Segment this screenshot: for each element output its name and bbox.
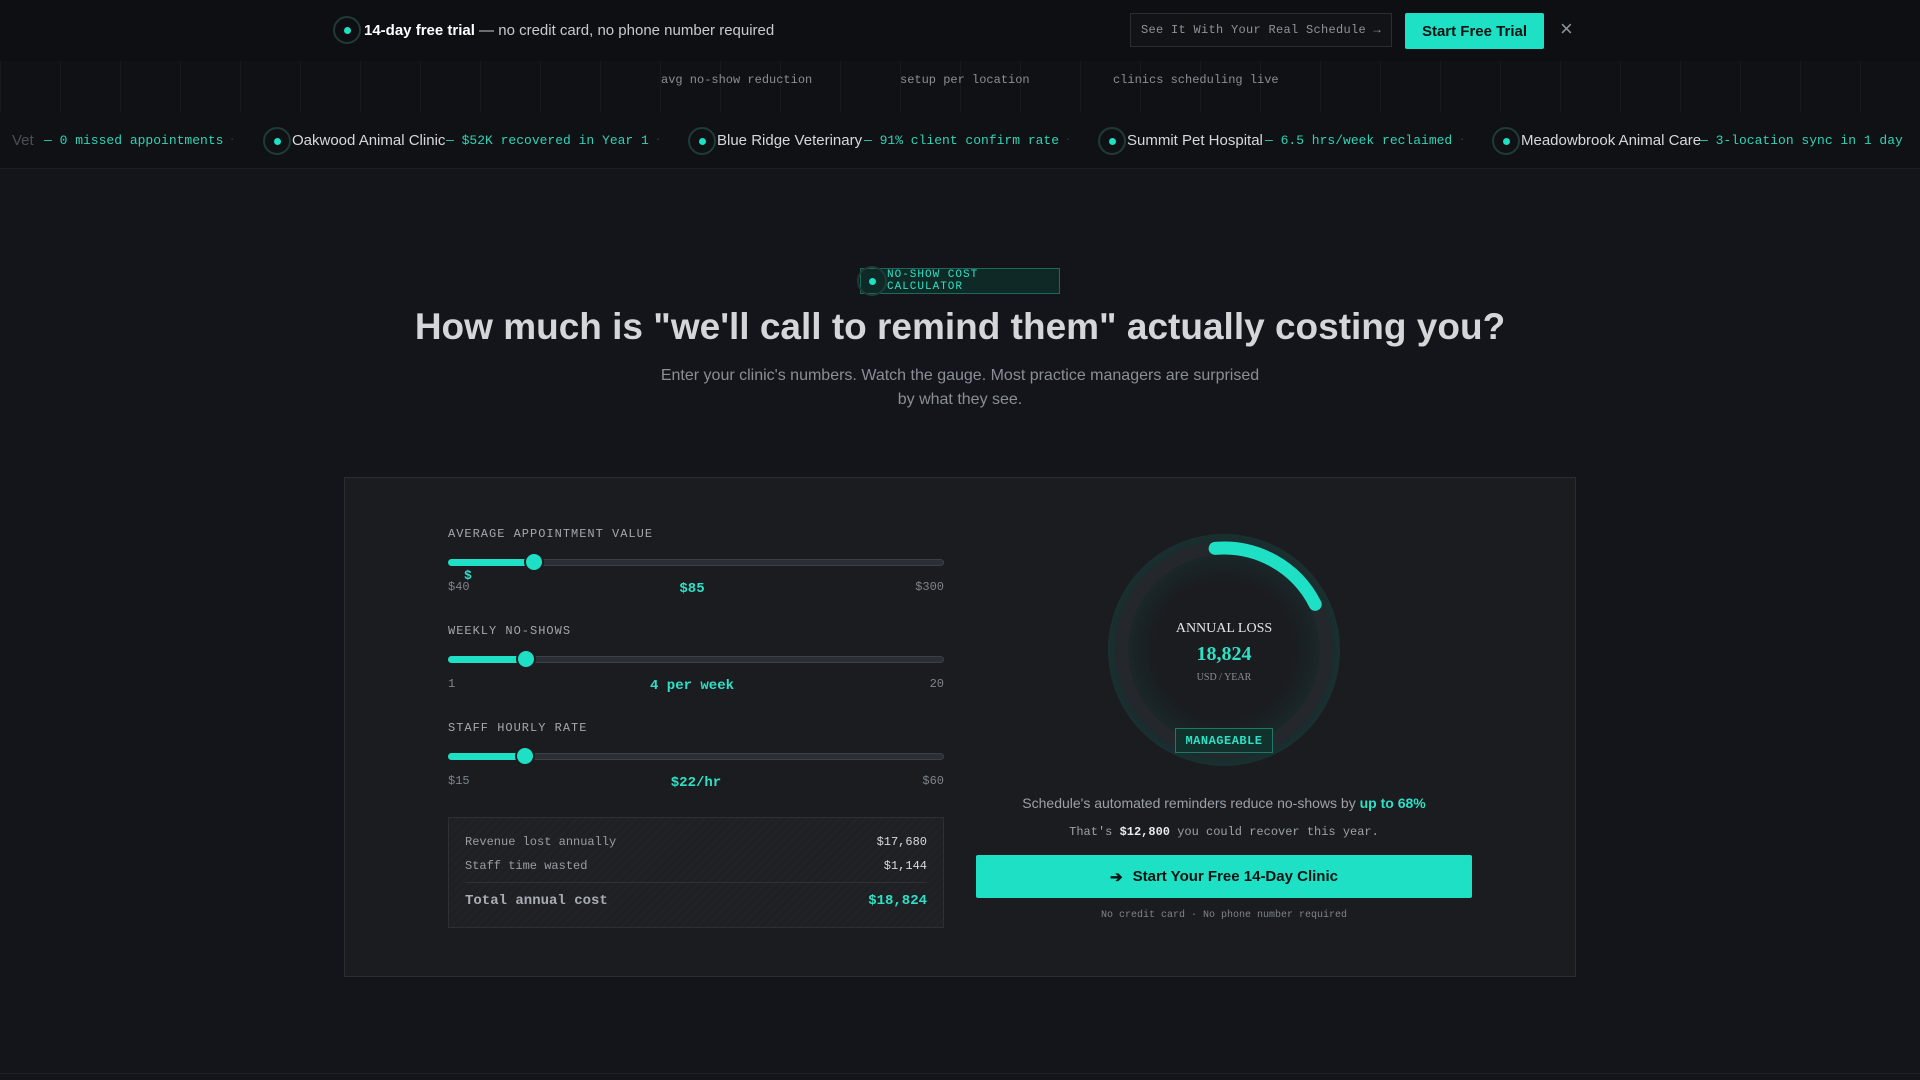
reduction-percent: up to 68% — [1359, 795, 1426, 811]
ticker-clinic-stat: — 3-location sync in 1 day — [1700, 133, 1903, 148]
calculator-badge: NO-SHOW COST CALCULATOR — [857, 266, 1060, 296]
recover-amount: $12,800 — [1119, 825, 1170, 839]
staff-time-value: $1,144 — [883, 859, 927, 873]
weekly-noshows-slider[interactable] — [448, 651, 944, 667]
appointment-max-label: $300 — [915, 580, 944, 594]
gauge-status-badge: MANAGEABLE — [1175, 728, 1273, 753]
see-real-schedule-button[interactable]: See It With Your Real Schedule → — [1130, 13, 1392, 47]
trial-message: 14-day free trial — no credit card, no p… — [364, 22, 774, 39]
revenue-lost-label: Revenue lost annually — [465, 835, 617, 849]
announcement-bar — [0, 0, 1920, 62]
appointment-min-label: $40 — [448, 580, 470, 594]
recover-message: That's $12,800 you could recover this ye… — [976, 825, 1472, 839]
ticker-clinic-name: Meadowbrook Animal Care — [1521, 132, 1702, 149]
hero-subtitle: Enter your clinic's numbers. Watch the g… — [660, 367, 1260, 408]
badge-label: NO-SHOW COST CALCULATOR — [887, 269, 979, 293]
cost-summary: Revenue lost annually $17,680 Staff time… — [448, 817, 944, 928]
total-cost-value: $18,824 — [868, 893, 927, 909]
noshows-value: 4 per week — [649, 678, 734, 694]
summary-divider — [465, 882, 927, 883]
ticker-lead-stat: — 0 missed appointments — [44, 133, 224, 148]
reduction-prefix: Schedule's automated reminders reduce no… — [1022, 795, 1360, 811]
ticker-clinic-name: Blue Ridge Veterinary — [717, 132, 863, 149]
ticker-clinic-stat: — 6.5 hrs/week reclaimed — [1265, 133, 1453, 148]
revenue-lost-row: Revenue lost annually $17,680 — [465, 835, 927, 849]
hero-title: How much is "we'll call to remind them" … — [414, 306, 1506, 347]
clinic-dot-icon — [688, 127, 716, 155]
gauge-title: ANNUAL LOSS — [1175, 621, 1273, 636]
arrow-right-icon: ➔ — [1110, 868, 1123, 886]
clinic-dot-icon — [1098, 127, 1126, 155]
revenue-lost-value: $17,680 — [876, 835, 927, 849]
staff-time-row: Staff time wasted $1,144 — [465, 859, 927, 873]
staff-rate-label: STAFF HOURLY RATE — [448, 721, 588, 735]
rate-min-label: $15 — [448, 774, 470, 788]
ticker-clinic-name: Oakwood Animal Clinic — [292, 132, 446, 149]
weekly-noshows-label: WEEKLY NO-SHOWS — [448, 624, 572, 638]
slider-fill — [448, 559, 534, 566]
total-cost-label: Total annual cost — [465, 893, 608, 909]
live-dot-icon — [333, 16, 361, 44]
ticker-separator: · — [656, 131, 661, 146]
staff-rate-slider[interactable] — [448, 748, 944, 764]
rate-value: $22/hr — [670, 775, 722, 791]
start-clinic-trial-button[interactable]: ➔ Start Your Free 14-Day Clinic — [976, 855, 1472, 898]
start-free-trial-button[interactable]: Start Free Trial — [1405, 13, 1544, 49]
trial-bold: 14-day free trial — [364, 22, 475, 39]
slider-fill — [448, 753, 526, 760]
gauge-value: 18,824 — [1196, 643, 1252, 665]
noshows-min-label: 1 — [448, 677, 456, 691]
noshows-max-label: 20 — [929, 677, 944, 691]
ticker-lead-name: Vet — [12, 132, 34, 149]
gauge-unit: USD / YEAR — [1196, 672, 1252, 683]
stats-row — [0, 61, 1920, 114]
ticker-separator: · — [1066, 131, 1071, 146]
staff-time-label: Staff time wasted — [465, 859, 588, 873]
ticker-separator: · — [1460, 131, 1465, 146]
ticker-clinic-name: Summit Pet Hospital — [1127, 132, 1263, 149]
appointment-value-label: AVERAGE APPOINTMENT VALUE — [448, 527, 654, 541]
stat-label-clinics: clinics scheduling live — [1113, 73, 1279, 87]
ticker-separator: · — [230, 131, 235, 146]
stat-label-setup: setup per location — [900, 73, 1030, 87]
recover-prefix: That's — [1069, 825, 1120, 839]
ticker-clinic-stat: — $52K recovered in Year 1 — [446, 133, 649, 148]
start-clinic-trial-label: Start Your Free 14-Day Clinic — [1132, 868, 1338, 885]
total-cost-row: Total annual cost $18,824 — [465, 893, 927, 909]
appointment-value: $85 — [679, 581, 705, 597]
slider-fill — [448, 656, 527, 663]
rate-max-label: $60 — [922, 774, 944, 788]
recover-suffix: you could recover this year. — [1170, 825, 1379, 839]
ticker-clinic-stat: — 91% client confirm rate — [864, 133, 1060, 148]
reduction-message: Schedule's automated reminders reduce no… — [976, 795, 1472, 811]
close-icon[interactable]: × — [1560, 17, 1573, 41]
appointment-value-slider[interactable] — [448, 554, 944, 570]
badge-dot-icon — [857, 266, 887, 296]
clinic-dot-icon — [1492, 127, 1520, 155]
slider-thumb[interactable] — [525, 554, 542, 570]
clinic-dot-icon — [263, 127, 291, 155]
stat-label-reduction: avg no-show reduction — [661, 73, 813, 87]
page-divider — [0, 1073, 1920, 1074]
fine-print: No credit card · No phone number require… — [1100, 910, 1348, 921]
trial-rest: — no credit card, no phone number requir… — [474, 22, 775, 39]
